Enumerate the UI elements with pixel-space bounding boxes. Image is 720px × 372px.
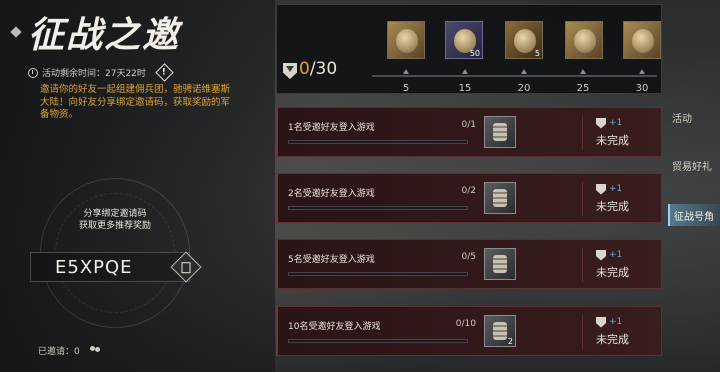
gold-coin-icon xyxy=(514,29,536,53)
progress-total: /30 xyxy=(309,59,338,79)
task-name: 2名受邀好友登入游戏 xyxy=(288,189,375,199)
divider xyxy=(582,315,583,349)
milestone-progress-bar xyxy=(372,75,657,77)
task-row: 2名受邀好友登入游戏 0/2 +1 未完成 xyxy=(276,173,662,223)
copy-icon xyxy=(181,261,191,273)
milestone-reward[interactable]: 5 xyxy=(505,21,545,61)
milestone-label: 20 xyxy=(517,83,531,94)
character-portrait-icon xyxy=(396,29,418,53)
supply-canister-icon xyxy=(493,255,507,273)
milestone-tick xyxy=(639,69,645,74)
milestone-reward[interactable]: 50 xyxy=(445,21,485,61)
shield-icon xyxy=(596,249,606,261)
shield-icon xyxy=(596,316,606,328)
milestone-tick xyxy=(462,69,468,74)
milestone-reward[interactable] xyxy=(387,21,427,61)
shield-icon xyxy=(596,117,606,129)
invite-progress: 0/30 xyxy=(299,59,337,79)
task-point-reward: +1 xyxy=(596,248,636,262)
divider xyxy=(582,116,583,150)
milestone-panel: 0/30 50 5 5 15 20 25 30 xyxy=(276,4,662,94)
task-count: 0/2 xyxy=(461,186,476,196)
share-line-1: 分享绑定邀请码 xyxy=(83,209,147,219)
tab-activity[interactable]: 活动 xyxy=(668,106,720,128)
timer-row: 活动剩余时间：27天22时 ! xyxy=(28,63,174,82)
invite-code: E5XPQE xyxy=(55,256,133,278)
task-status: 未完成 xyxy=(596,200,629,213)
clock-icon xyxy=(28,67,38,78)
share-line-2: 获取更多推荐奖励 xyxy=(78,221,151,231)
divider xyxy=(582,248,583,282)
task-row: 10名受邀好友登入游戏 0/10 2 +1 未完成 xyxy=(276,306,662,356)
task-reward-item[interactable] xyxy=(484,248,516,280)
task-reward-item[interactable] xyxy=(484,182,516,214)
shield-icon xyxy=(283,63,297,79)
milestone-tick xyxy=(403,69,409,74)
task-progress-bar xyxy=(288,140,468,144)
side-tab-bar: 活动 贸易好礼 征战号角 xyxy=(668,0,720,372)
task-progress-bar xyxy=(288,272,468,276)
milestone-label: 25 xyxy=(576,83,590,94)
task-name: 10名受邀好友登入游戏 xyxy=(288,322,381,332)
emblem-icon xyxy=(574,29,596,53)
info-icon[interactable]: ! xyxy=(155,63,174,82)
task-count: 0/1 xyxy=(461,120,476,130)
task-count: 0/10 xyxy=(455,319,476,329)
event-title: 征战之邀 xyxy=(28,14,181,56)
invited-count: 已邀请：0 xyxy=(38,347,80,357)
task-progress-bar xyxy=(288,206,468,210)
task-row: 5名受邀好友登入游戏 0/5 +1 未完成 xyxy=(276,239,662,289)
task-status: 未完成 xyxy=(596,266,629,279)
milestone-reward[interactable] xyxy=(565,21,605,61)
divider xyxy=(582,182,583,216)
timer-label: 活动剩余时间：27天22时 xyxy=(42,69,146,79)
milestone-tick xyxy=(521,69,527,74)
people-icon xyxy=(89,346,101,355)
milestone-label: 5 xyxy=(402,83,410,94)
task-name: 5名受邀好友登入游戏 xyxy=(288,255,375,265)
task-point-reward: +1 xyxy=(596,315,636,329)
milestone-reward[interactable] xyxy=(623,21,663,61)
milestone-label: 30 xyxy=(635,83,649,94)
task-name: 1名受邀好友登入游戏 xyxy=(288,123,375,133)
task-count: 0/5 xyxy=(461,252,476,262)
invite-code-box: E5XPQE xyxy=(30,251,202,283)
task-point-reward: +1 xyxy=(596,116,636,130)
task-progress-bar xyxy=(288,339,468,343)
task-status: 未完成 xyxy=(596,134,629,147)
supply-canister-icon xyxy=(493,123,507,141)
warrior-portrait-icon xyxy=(632,29,654,53)
event-description: 邀请你的好友一起组建佣兵团，驰骋诺维塞斯大陆！向好友分享绑定邀请码，获取奖励的军… xyxy=(40,84,231,120)
milestone-tick xyxy=(580,69,586,74)
tab-war-horn[interactable]: 征战号角 xyxy=(668,204,720,226)
task-point-reward: +1 xyxy=(596,182,636,196)
supply-canister-icon xyxy=(493,189,507,207)
share-hint: 分享绑定邀请码 获取更多推荐奖励 xyxy=(60,208,170,232)
invited-count-row: 已邀请：0 xyxy=(38,344,101,357)
tab-trade-gift[interactable]: 贸易好礼 xyxy=(668,154,720,176)
task-status: 未完成 xyxy=(596,333,629,346)
task-reward-item[interactable] xyxy=(484,116,516,148)
task-row: 1名受邀好友登入游戏 0/1 +1 未完成 xyxy=(276,107,662,157)
progress-current: 0 xyxy=(299,59,310,79)
milestone-label: 15 xyxy=(458,83,472,94)
task-reward-item[interactable]: 2 xyxy=(484,315,516,347)
supply-canister-icon xyxy=(493,322,507,340)
shield-icon xyxy=(596,183,606,195)
